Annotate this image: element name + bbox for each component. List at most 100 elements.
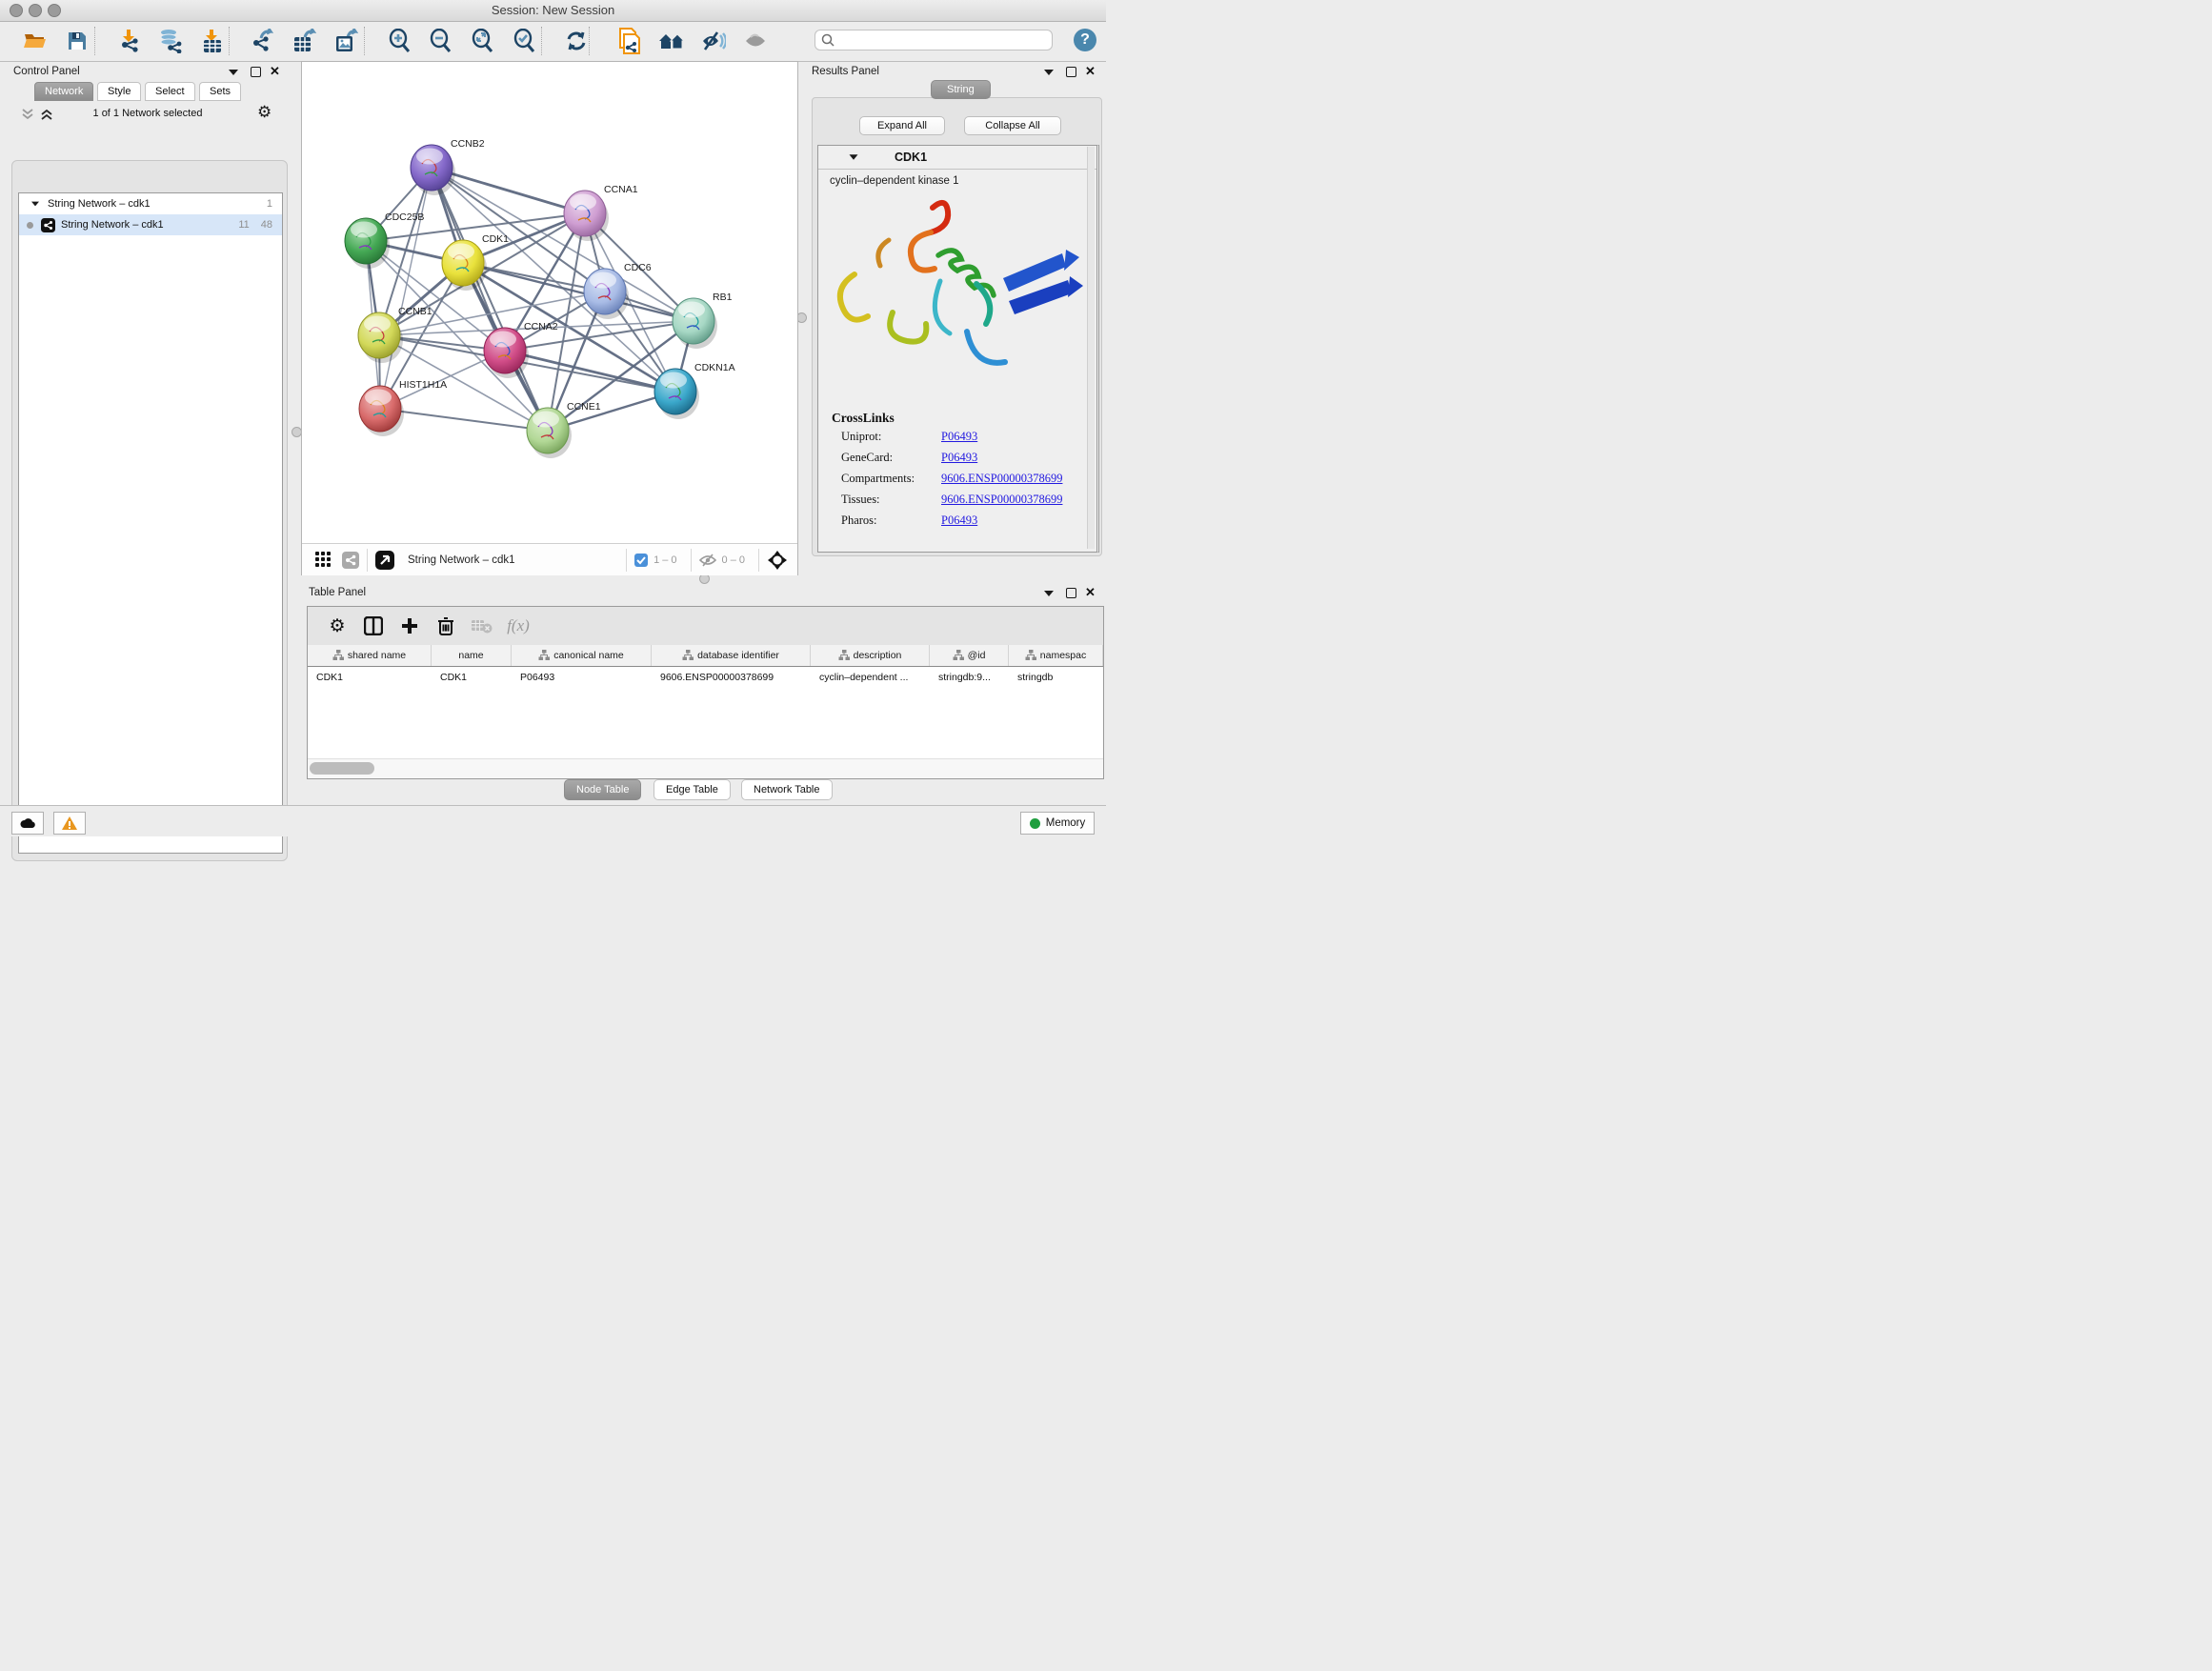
close-table-panel-icon[interactable]: ✕	[1085, 585, 1096, 600]
refresh-layout-icon[interactable]	[560, 27, 593, 55]
zoom-fit-icon[interactable]	[467, 27, 499, 55]
network-node-CCNA1[interactable]: CCNA1	[564, 184, 638, 241]
crosslink-link[interactable]: 9606.ENSP00000378699	[941, 472, 1062, 486]
tab-sets[interactable]: Sets	[199, 82, 241, 101]
column-header-database-identifier[interactable]: database identifier	[652, 645, 811, 666]
search-input[interactable]	[838, 33, 1052, 47]
add-column-icon[interactable]	[392, 612, 428, 640]
selected-checkbox-icon[interactable]	[634, 554, 648, 567]
delete-column-icon[interactable]	[428, 612, 464, 640]
close-panel-icon[interactable]: ✕	[270, 64, 280, 79]
table-settings-gear-icon[interactable]: ⚙	[319, 612, 355, 640]
help-icon[interactable]: ?	[1074, 29, 1096, 51]
network-canvas[interactable]: CCNB2CCNA1CDC25BCDK1CDC6RB1CCNB1CCNA2CDK…	[302, 62, 797, 543]
scrollbar-thumb[interactable]	[310, 762, 374, 775]
section-expander-icon[interactable]	[850, 154, 858, 159]
export-table-icon[interactable]	[288, 27, 320, 55]
crosslink-link[interactable]: P06493	[941, 513, 977, 528]
column-header-description[interactable]: description	[811, 645, 930, 666]
tab-string[interactable]: String	[931, 80, 991, 99]
zoom-in-icon[interactable]	[384, 27, 416, 55]
float-panel-icon[interactable]	[251, 67, 261, 77]
clone-network-icon[interactable]	[613, 27, 646, 55]
delete-table-icon[interactable]	[464, 612, 500, 640]
network-node-CDKN1A[interactable]: CDKN1A	[654, 362, 735, 419]
birdseye-grid-icon[interactable]	[315, 552, 332, 569]
column-header--id[interactable]: @id	[930, 645, 1009, 666]
tab-node-table[interactable]: Node Table	[564, 779, 641, 800]
collection-count: 1	[267, 198, 272, 210]
export-network-icon[interactable]	[246, 27, 278, 55]
hide-selected-icon[interactable]	[697, 27, 730, 55]
network-selection-status: 1 of 1 Network selected	[0, 108, 295, 119]
show-columns-icon[interactable]	[355, 612, 392, 640]
function-builder-icon[interactable]: f(x)	[500, 612, 536, 640]
network-node-CCNB2[interactable]: CCNB2	[411, 138, 485, 195]
column-header-shared-name[interactable]: shared name	[308, 645, 432, 666]
search-field[interactable]	[814, 30, 1053, 50]
table-cell: CDK1	[308, 667, 432, 688]
network-view-statusbar: String Network – cdk1 1 – 0 0 – 0	[302, 543, 797, 575]
column-header-namespac[interactable]: namespac	[1009, 645, 1103, 666]
hierarchy-icon	[1025, 650, 1036, 661]
network-node-RB1[interactable]: RB1	[673, 292, 733, 349]
network-options-gear-icon[interactable]: ⚙	[257, 103, 271, 122]
warnings-button[interactable]	[53, 812, 86, 835]
collapse-results-icon[interactable]	[1044, 70, 1054, 75]
open-session-icon[interactable]	[19, 27, 51, 55]
column-header-name[interactable]: name	[432, 645, 512, 666]
collapse-all-button[interactable]: Collapse All	[964, 116, 1061, 135]
hidden-eye-icon[interactable]	[699, 554, 716, 567]
export-image-icon[interactable]	[330, 27, 362, 55]
crosslink-label: GeneCard:	[841, 451, 941, 465]
tab-style[interactable]: Style	[97, 82, 141, 101]
tab-network-table[interactable]: Network Table	[741, 779, 833, 800]
crosslink-link[interactable]: P06493	[941, 430, 977, 444]
open-in-new-window-icon[interactable]	[375, 551, 394, 570]
memory-button[interactable]: Memory	[1020, 812, 1095, 835]
float-results-icon[interactable]	[1066, 67, 1076, 77]
save-session-icon[interactable]	[61, 27, 93, 55]
results-scrollbar[interactable]	[1087, 147, 1095, 549]
network-row[interactable]: String Network – cdk1 11 48	[19, 214, 282, 235]
collapse-table-panel-icon[interactable]	[1044, 591, 1054, 596]
network-node-CDK1[interactable]: CDK1	[442, 233, 509, 291]
protein-structure-image	[826, 191, 1083, 400]
network-collection-row[interactable]: String Network – cdk1 1	[19, 193, 282, 214]
warning-icon	[61, 815, 78, 831]
collapse-panel-icon[interactable]	[229, 70, 238, 75]
close-results-icon[interactable]: ✕	[1085, 64, 1096, 79]
tab-network[interactable]: Network	[34, 82, 93, 101]
pan-crosshair-icon[interactable]	[767, 550, 788, 571]
network-edge[interactable]	[432, 168, 548, 431]
zoom-selected-icon[interactable]	[509, 27, 541, 55]
network-label: String Network – cdk1	[61, 219, 164, 231]
table-horizontal-scrollbar[interactable]	[308, 758, 1103, 778]
network-node-HIST1H1A[interactable]: HIST1H1A	[359, 379, 447, 436]
column-header-canonical-name[interactable]: canonical name	[512, 645, 652, 666]
import-table-from-file-icon[interactable]	[196, 27, 229, 55]
tree-expander-icon[interactable]	[31, 202, 39, 207]
edge-count: 48	[261, 219, 272, 231]
hidden-count: 0 – 0	[722, 554, 745, 566]
import-network-from-database-icon[interactable]	[154, 27, 187, 55]
table-row[interactable]: CDK1CDK1P064939606.ENSP00000378699cyclin…	[308, 667, 1103, 688]
float-table-panel-icon[interactable]	[1066, 588, 1076, 598]
crosslink-link[interactable]: P06493	[941, 451, 977, 465]
network-overview-share-icon[interactable]	[342, 552, 359, 569]
tab-select[interactable]: Select	[145, 82, 195, 101]
string-home-icon[interactable]	[655, 27, 688, 55]
network-edge[interactable]	[380, 409, 548, 431]
node-label: CCNB2	[451, 138, 485, 150]
cloud-status-button[interactable]	[11, 812, 44, 835]
crosslink-link[interactable]: 9606.ENSP00000378699	[941, 493, 1062, 507]
show-all-icon[interactable]	[739, 27, 772, 55]
network-node-CCNB1[interactable]: CCNB1	[358, 306, 432, 363]
zoom-out-icon[interactable]	[425, 27, 457, 55]
tab-edge-table[interactable]: Edge Table	[654, 779, 731, 800]
expand-all-button[interactable]: Expand All	[859, 116, 945, 135]
import-network-from-file-icon[interactable]	[112, 27, 145, 55]
crosslink-row: GeneCard:P06493	[841, 451, 1096, 465]
control-panel-title: Control Panel	[13, 66, 80, 77]
network-edge[interactable]	[380, 168, 432, 409]
